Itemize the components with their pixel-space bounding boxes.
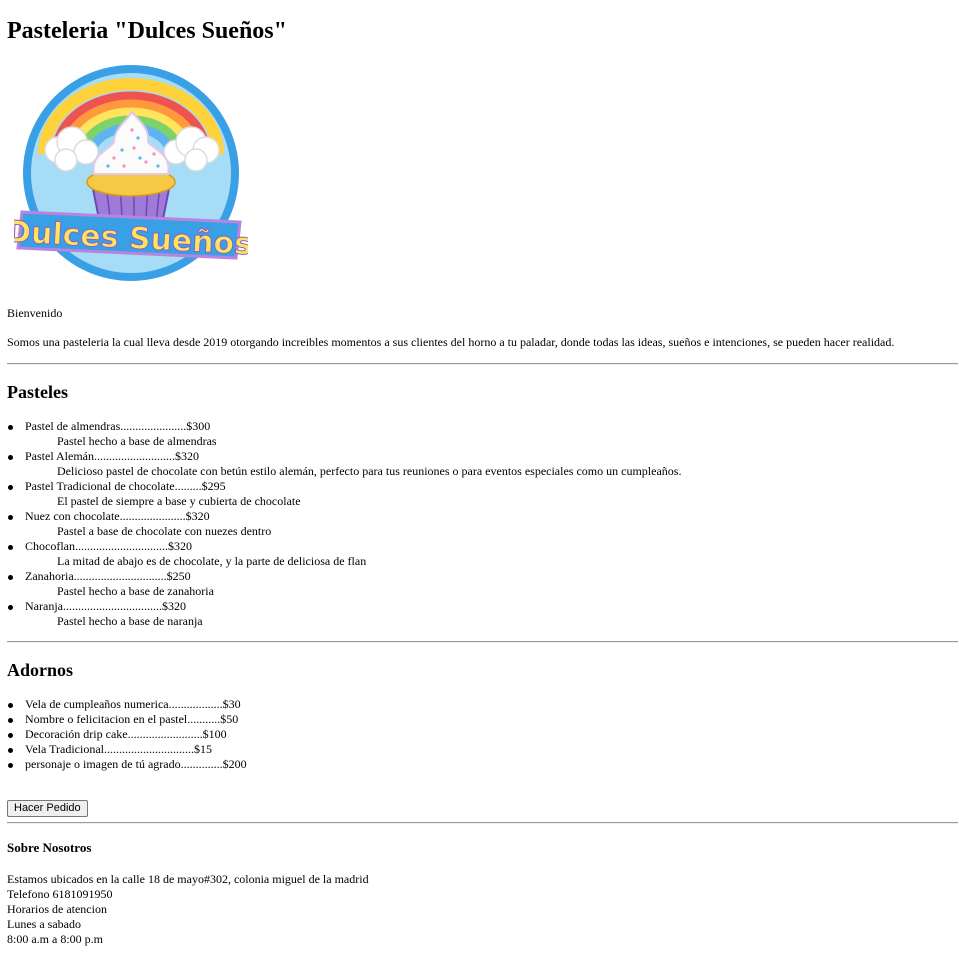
bullet-icon (8, 455, 13, 460)
bullet-icon (8, 515, 13, 520)
list-item: Naranja.................................… (7, 599, 681, 629)
item-label: Decoración drip cake....................… (25, 727, 227, 741)
bullet-icon (8, 763, 13, 768)
welcome-text: Bienvenido (7, 306, 63, 320)
bullet-icon (8, 748, 13, 753)
item-description: Delicioso pastel de chocolate con betún … (57, 464, 682, 478)
list-item: Pastel Tradicional de chocolate.........… (7, 479, 681, 509)
pasteles-heading: Pasteles (7, 382, 68, 402)
divider (7, 641, 958, 643)
pasteles-list: Pastel de almendras.....................… (7, 419, 681, 629)
list-item: Vela de cumpleaños numerica.............… (7, 697, 247, 712)
hours-label: Horarios de atencion (7, 902, 107, 916)
hours-text: 8:00 a.m a 8:00 p.m (7, 932, 103, 946)
item-label: Pastel de almendras.....................… (25, 419, 211, 433)
item-label: Vela Tradicional........................… (25, 742, 212, 756)
list-item: Chocoflan...............................… (7, 539, 681, 569)
list-item: Vela Tradicional........................… (7, 742, 247, 757)
adornos-list: Vela de cumpleaños numerica.............… (7, 697, 247, 772)
list-item: Pastel de almendras.....................… (7, 419, 681, 449)
bullet-icon (8, 703, 13, 708)
list-item: personaje o imagen de tú agrado.........… (7, 757, 247, 772)
adornos-heading: Adornos (7, 660, 74, 680)
item-label: Pastel Alemán...........................… (25, 449, 199, 463)
bullet-icon (8, 605, 13, 610)
item-description: Pastel hecho a base de almendras (57, 434, 217, 448)
divider (7, 363, 958, 365)
page-title: Pasteleria "Dulces Sueños" (7, 18, 287, 44)
item-label: personaje o imagen de tú agrado.........… (25, 757, 247, 771)
item-description: El pastel de siempre a base y cubierta d… (57, 494, 301, 508)
contact-info: Estamos ubicados en la calle 18 de mayo#… (7, 872, 369, 947)
address-text: Estamos ubicados en la calle 18 de mayo#… (7, 872, 369, 886)
item-label: Zanahoria...............................… (25, 569, 191, 583)
list-item: Nuez con chocolate......................… (7, 509, 681, 539)
days-text: Lunes a sabado (7, 917, 81, 931)
item-description: Pastel hecho a base de naranja (57, 614, 203, 628)
order-button[interactable]: Hacer Pedido (7, 800, 88, 817)
bullet-icon (8, 485, 13, 490)
bullet-icon (8, 425, 13, 430)
item-label: Pastel Tradicional de chocolate.........… (25, 479, 226, 493)
dulces-suenos-logo: Dulces Sueños (14, 65, 248, 281)
list-item: Nombre o felicitacion en el pastel......… (7, 712, 247, 727)
bullet-icon (8, 718, 13, 723)
bullet-icon (8, 575, 13, 580)
item-description: Pastel hecho a base de zanahoria (57, 584, 214, 598)
list-item: Zanahoria...............................… (7, 569, 681, 599)
item-label: Nuez con chocolate......................… (25, 509, 210, 523)
item-label: Chocoflan...............................… (25, 539, 192, 553)
item-description: La mitad de abajo es de chocolate, y la … (57, 554, 367, 568)
list-item: Decoración drip cake....................… (7, 727, 247, 742)
item-label: Nombre o felicitacion en el pastel......… (25, 712, 239, 726)
bullet-icon (8, 733, 13, 738)
bullet-icon (8, 545, 13, 550)
intro-text: Somos una pasteleria la cual lleva desde… (7, 335, 895, 349)
about-heading: Sobre Nosotros (7, 840, 92, 855)
list-item: Pastel Alemán...........................… (7, 449, 681, 479)
divider (7, 822, 958, 824)
item-label: Naranja.................................… (25, 599, 186, 613)
phone-text: Telefono 6181091950 (7, 887, 113, 901)
item-label: Vela de cumpleaños numerica.............… (25, 697, 241, 711)
item-description: Pastel a base de chocolate con nuezes de… (57, 524, 272, 538)
